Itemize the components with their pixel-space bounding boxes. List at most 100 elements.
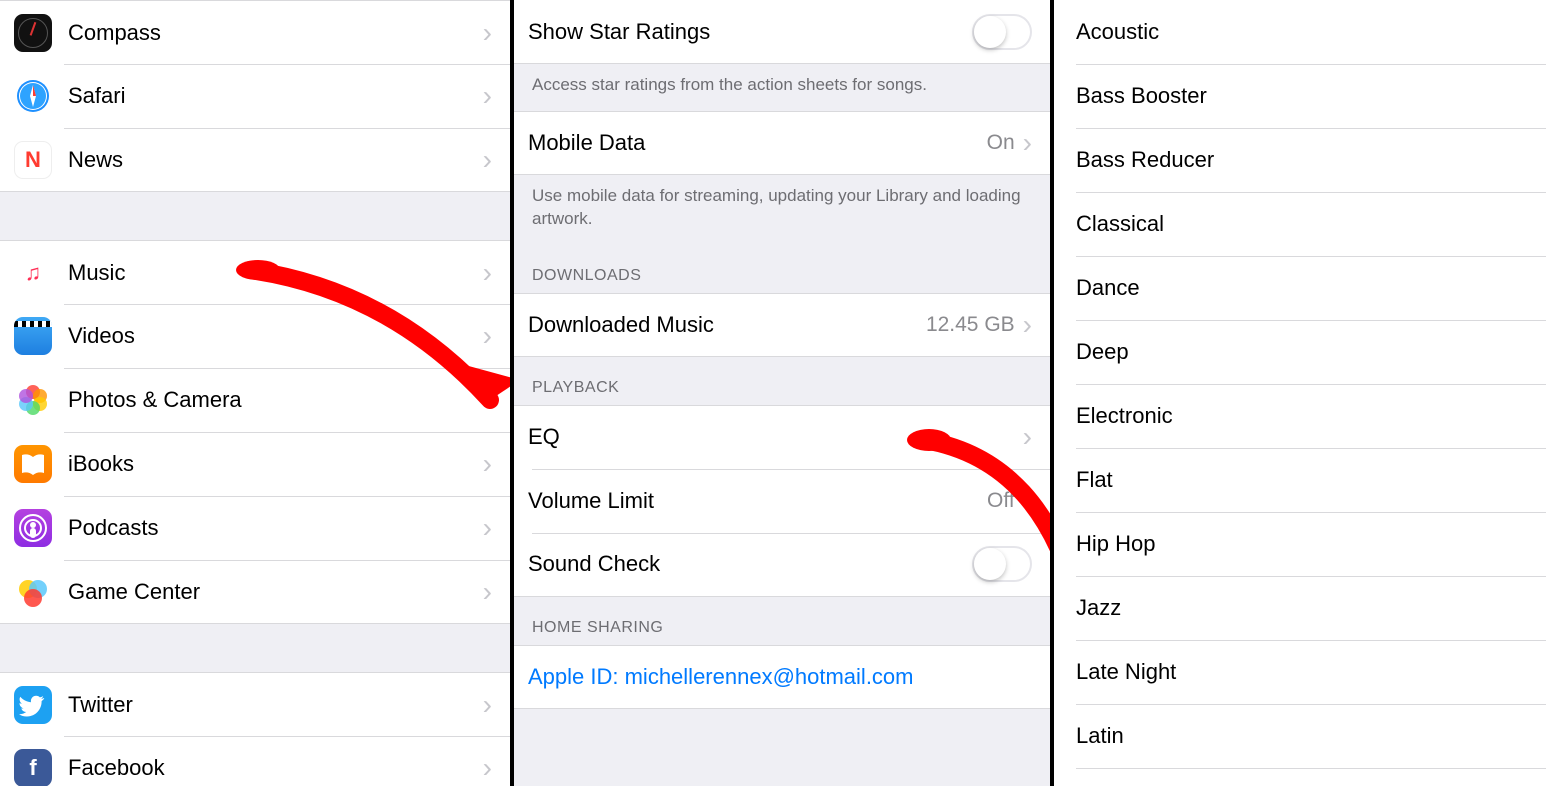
mobile-data-footer: Use mobile data for streaming, updating … (514, 175, 1050, 245)
settings-item-podcasts[interactable]: Podcasts › (0, 496, 510, 560)
settings-main-list: Compass › Safari › N News › ♫ Music › Vi… (0, 0, 514, 786)
eq-preset-label: Deep (1076, 339, 1129, 365)
settings-item-ibooks[interactable]: iBooks › (0, 432, 510, 496)
music-settings-detail: Show Star Ratings Access star ratings fr… (514, 0, 1054, 786)
videos-icon (14, 317, 52, 355)
photos-icon (14, 381, 52, 419)
news-icon: N (14, 141, 52, 179)
row-value: On (987, 131, 1015, 155)
chevron-right-icon: › (483, 450, 492, 478)
apple-id-label: Apple ID: michellerennex@hotmail.com (528, 664, 1032, 690)
eq-preset-label: Late Night (1076, 659, 1176, 685)
chevron-right-icon: › (483, 514, 492, 542)
row-label: Volume Limit (528, 488, 987, 514)
chevron-right-icon: › (483, 322, 492, 350)
chevron-right-icon: › (483, 754, 492, 782)
settings-item-label: Twitter (68, 692, 483, 718)
eq-preset-late-night[interactable]: Late Night (1054, 640, 1546, 704)
sound-check-row[interactable]: Sound Check (514, 533, 1050, 597)
row-label: Mobile Data (528, 130, 987, 156)
settings-item-label: News (68, 147, 483, 173)
mobile-data-row[interactable]: Mobile Data On › (514, 111, 1050, 175)
eq-preset-bass-booster[interactable]: Bass Booster (1054, 64, 1546, 128)
eq-row[interactable]: EQ › (514, 405, 1050, 469)
eq-preset-bass-reducer[interactable]: Bass Reducer (1054, 128, 1546, 192)
ibooks-icon (14, 445, 52, 483)
settings-item-label: iBooks (68, 451, 483, 477)
settings-item-label: Facebook (68, 755, 483, 781)
eq-preset-dance[interactable]: Dance (1054, 256, 1546, 320)
eq-preset-label: Jazz (1076, 595, 1121, 621)
settings-item-music[interactable]: ♫ Music › (0, 240, 510, 304)
eq-preset-loudness[interactable]: Loudness (1054, 768, 1546, 786)
settings-item-game-center[interactable]: Game Center › (0, 560, 510, 624)
settings-item-label: Photos & Camera (68, 387, 483, 413)
downloaded-music-row[interactable]: Downloaded Music 12.45 GB › (514, 293, 1050, 357)
settings-item-videos[interactable]: Videos › (0, 304, 510, 368)
settings-item-photos-camera[interactable]: Photos & Camera › (0, 368, 510, 432)
playback-header: Playback (514, 357, 1050, 405)
chevron-right-icon: › (483, 578, 492, 606)
eq-preset-deep[interactable]: Deep (1054, 320, 1546, 384)
safari-icon (14, 77, 52, 115)
settings-item-label: Music (68, 260, 483, 286)
eq-preset-label: Bass Booster (1076, 83, 1207, 109)
settings-item-label: Videos (68, 323, 483, 349)
eq-preset-label: Hip Hop (1076, 531, 1155, 557)
eq-preset-jazz[interactable]: Jazz (1054, 576, 1546, 640)
chevron-right-icon: › (483, 19, 492, 47)
eq-preset-label: Latin (1076, 723, 1124, 749)
chevron-right-icon: › (483, 691, 492, 719)
row-label: Show Star Ratings (528, 19, 972, 45)
chevron-right-icon: › (1023, 129, 1032, 157)
eq-preset-electronic[interactable]: Electronic (1054, 384, 1546, 448)
star-ratings-footer: Access star ratings from the action shee… (514, 64, 1050, 111)
settings-item-label: Game Center (68, 579, 483, 605)
show-star-ratings-row[interactable]: Show Star Ratings (514, 0, 1050, 64)
chevron-right-icon: › (1023, 311, 1032, 339)
eq-preset-acoustic[interactable]: Acoustic (1054, 0, 1546, 64)
eq-preset-label: Bass Reducer (1076, 147, 1214, 173)
eq-preset-latin[interactable]: Latin (1054, 704, 1546, 768)
home-sharing-header: Home Sharing (514, 597, 1050, 645)
facebook-icon: f (14, 749, 52, 786)
game-center-icon (14, 573, 52, 611)
eq-preset-label: Dance (1076, 275, 1140, 301)
settings-item-label: Safari (68, 83, 483, 109)
star-ratings-toggle[interactable] (972, 14, 1032, 50)
chevron-right-icon: › (1023, 423, 1032, 451)
row-label: EQ (528, 424, 1015, 450)
chevron-right-icon: › (483, 146, 492, 174)
row-label: Sound Check (528, 551, 972, 577)
eq-preset-flat[interactable]: Flat (1054, 448, 1546, 512)
eq-preset-classical[interactable]: Classical (1054, 192, 1546, 256)
downloads-header: Downloads (514, 245, 1050, 293)
podcasts-icon (14, 509, 52, 547)
row-value: Off (987, 489, 1015, 513)
row-label: Downloaded Music (528, 312, 926, 338)
music-icon: ♫ (14, 254, 52, 292)
chevron-right-icon: › (483, 386, 492, 414)
sound-check-toggle[interactable] (972, 546, 1032, 582)
settings-item-label: Compass (68, 20, 483, 46)
eq-preset-hip-hop[interactable]: Hip Hop (1054, 512, 1546, 576)
compass-icon (14, 14, 52, 52)
chevron-right-icon: › (483, 82, 492, 110)
chevron-right-icon: › (483, 259, 492, 287)
row-value: 12.45 GB (926, 313, 1015, 337)
apple-id-row[interactable]: Apple ID: michellerennex@hotmail.com (514, 645, 1050, 709)
settings-item-label: Podcasts (68, 515, 483, 541)
eq-preset-label: Flat (1076, 467, 1113, 493)
eq-preset-label: Electronic (1076, 403, 1173, 429)
eq-preset-label: Classical (1076, 211, 1164, 237)
volume-limit-row[interactable]: Volume Limit Off › (514, 469, 1050, 533)
settings-item-facebook[interactable]: f Facebook › (0, 736, 510, 786)
settings-item-twitter[interactable]: Twitter › (0, 672, 510, 736)
settings-item-news[interactable]: N News › (0, 128, 510, 192)
chevron-right-icon: › (1023, 487, 1032, 515)
settings-item-compass[interactable]: Compass › (0, 0, 510, 64)
settings-item-safari[interactable]: Safari › (0, 64, 510, 128)
twitter-icon (14, 686, 52, 724)
eq-preset-list: Acoustic Bass Booster Bass Reducer Classica… (1054, 0, 1546, 786)
eq-preset-label: Acoustic (1076, 19, 1159, 45)
